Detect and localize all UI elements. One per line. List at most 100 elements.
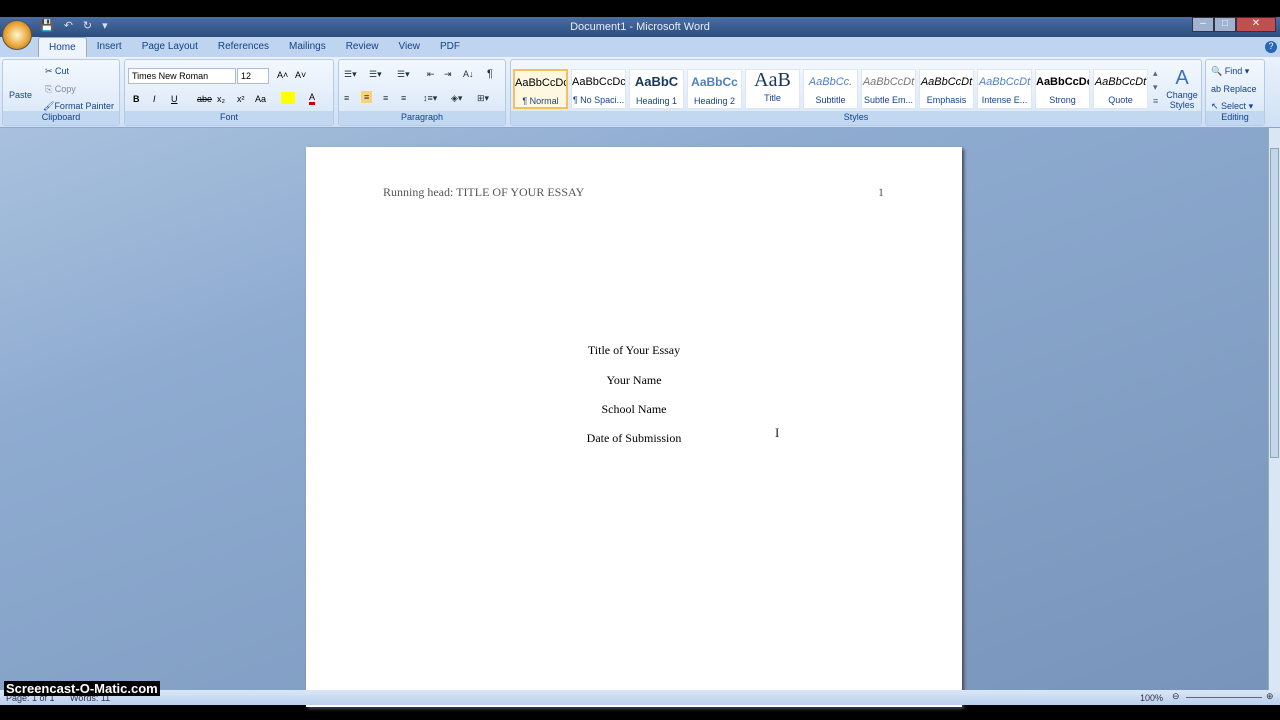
style-name: Heading 1 [635, 96, 678, 106]
tab-review[interactable]: Review [336, 37, 389, 57]
subscript-button[interactable]: x₂ [217, 94, 225, 104]
styles-group: AaBbCcDc ¶ Normal AaBbCcDc ¶ No Spaci... A… [510, 59, 1202, 126]
show-formatting-icon[interactable]: ¶ [487, 68, 493, 80]
style-strong[interactable]: AaBbCcDc Strong [1035, 69, 1090, 109]
style-emphasis[interactable]: AaBbCcDt Emphasis [919, 69, 974, 109]
style-sample: AaBbCcDc [572, 76, 625, 88]
style-heading-1[interactable]: AaBbC Heading 1 [629, 69, 684, 109]
zoom-in-icon[interactable]: ⊕ [1266, 691, 1274, 702]
document-page[interactable]: Running head: TITLE OF YOUR ESSAY 1 Titl… [306, 147, 962, 707]
style-heading-2[interactable]: AaBbCc Heading 2 [687, 69, 742, 109]
justify-icon[interactable]: ≡ [401, 93, 406, 103]
decrease-indent-icon[interactable]: ⇤ [427, 69, 435, 80]
find-button[interactable]: 🔍 Find ▾ [1211, 66, 1249, 77]
tab-mailings[interactable]: Mailings [279, 37, 336, 57]
clipboard-group: Paste ✂ Cut ⎘ Copy 🖌Format Painter Clipb… [2, 59, 120, 126]
text-cursor-icon: I [775, 425, 780, 440]
ribbon: Paste ✂ Cut ⎘ Copy 🖌Format Painter Clipb… [0, 57, 1280, 128]
window-title: Document1 - Microsoft Word [570, 21, 710, 33]
office-button[interactable] [2, 20, 32, 50]
style-sample: AaBbCcDc [515, 77, 566, 89]
grow-font-button[interactable]: A˄ [277, 70, 288, 80]
minimize-button[interactable]: – [1192, 17, 1214, 32]
tab-insert[interactable]: Insert [87, 37, 132, 57]
zoom-slider[interactable] [1186, 697, 1262, 698]
cut-button[interactable]: ✂ Cut [45, 66, 69, 77]
document-area: Running head: TITLE OF YOUR ESSAY 1 Titl… [0, 128, 1268, 707]
style-name: Title [764, 93, 781, 103]
paste-button[interactable]: Paste [9, 90, 32, 100]
title-bar: 💾 ↶ ↻ ▾ Document1 - Microsoft Word – □ ✕ [0, 17, 1280, 37]
bullets-icon[interactable]: ☰▾ [344, 69, 357, 80]
essay-title: Title of Your Essay [587, 343, 681, 357]
style-sample: AaBbCc [691, 75, 738, 89]
change-styles-label: Change Styles [1166, 90, 1198, 110]
align-left-icon[interactable]: ≡ [344, 93, 349, 103]
bold-button[interactable]: B [133, 94, 140, 104]
align-right-icon[interactable]: ≡ [383, 93, 388, 103]
change-styles-button[interactable]: A Change Styles [1163, 66, 1201, 110]
styles-label: Styles [511, 111, 1201, 125]
close-button[interactable]: ✕ [1236, 17, 1276, 32]
font-size-select[interactable]: 12 [237, 68, 269, 84]
vertical-scrollbar[interactable] [1268, 128, 1280, 690]
tab-pdf[interactable]: PDF [430, 37, 470, 57]
status-bar: Page: 1 of 1 Words: 11 100% ⊖ ⊕ [0, 690, 1280, 705]
editing-label: Editing [1206, 111, 1264, 125]
style-name: Heading 2 [693, 96, 736, 106]
shading-icon[interactable]: ◈▾ [451, 93, 462, 104]
sort-icon[interactable]: A↓ [463, 69, 474, 79]
style-name: Quote [1108, 95, 1133, 105]
strikethrough-button[interactable]: abe [197, 94, 212, 104]
style-normal[interactable]: AaBbCcDc ¶ Normal [513, 69, 568, 109]
style-sample: AaBbCcDt [1094, 76, 1147, 88]
style-sample: AaBbCc. [808, 76, 853, 88]
style-sample: AaBbCcDt [920, 76, 973, 88]
style-name: Strong [1049, 95, 1076, 105]
numbering-icon[interactable]: ☰▾ [369, 69, 382, 80]
tab-home[interactable]: Home [38, 37, 87, 57]
paragraph-group: ☰▾ ☰▾ ☰▾ ⇤ ⇥ A↓ ¶ ≡ ≡ ≡ ≡ ↕≡▾ ◈▾ ⊞▾ Para… [338, 59, 506, 126]
scrollbar-thumb[interactable] [1270, 148, 1279, 458]
clipboard-label: Clipboard [3, 111, 119, 125]
borders-icon[interactable]: ⊞▾ [477, 93, 489, 104]
increase-indent-icon[interactable]: ⇥ [444, 69, 452, 80]
style-intense-emphasis[interactable]: AaBbCcDt Intense E... [977, 69, 1032, 109]
copy-label: Copy [54, 84, 76, 94]
zoom-level[interactable]: 100% [1140, 693, 1163, 703]
ribbon-tabs: Home Insert Page Layout References Maili… [0, 37, 1280, 57]
submission-date: Date of Submission [586, 431, 682, 445]
copy-button[interactable]: ⎘ Copy [45, 84, 76, 95]
replace-button[interactable]: ab Replace [1211, 84, 1257, 94]
cut-label: Cut [55, 66, 70, 76]
style-sample: AaBbCcDc [1036, 76, 1089, 88]
font-name-select[interactable]: Times New Roman [128, 68, 236, 84]
tab-page-layout[interactable]: Page Layout [132, 37, 208, 57]
tab-references[interactable]: References [208, 37, 279, 57]
font-color-icon[interactable]: A [309, 92, 316, 105]
style-subtitle[interactable]: AaBbCc. Subtitle [803, 69, 858, 109]
style-title[interactable]: AaB Title [745, 69, 800, 109]
highlight-icon[interactable] [281, 92, 295, 104]
zoom-out-icon[interactable]: ⊖ [1172, 691, 1180, 702]
maximize-button[interactable]: □ [1214, 17, 1236, 32]
help-icon[interactable]: ? [1265, 41, 1277, 53]
style-quote[interactable]: AaBbCcDt Quote [1093, 69, 1148, 109]
shrink-font-button[interactable]: A˅ [295, 70, 306, 80]
style-sample: AaBbCcDt [978, 76, 1031, 88]
style-subtle-emphasis[interactable]: AaBbCcDt Subtle Em... [861, 69, 916, 109]
style-name: ¶ Normal [522, 96, 559, 106]
tab-view[interactable]: View [389, 37, 431, 57]
align-center-icon[interactable]: ≡ [361, 91, 373, 103]
multilevel-list-icon[interactable]: ☰▾ [397, 69, 410, 80]
styles-scroll-icon[interactable]: ▴ ▾ ≡ [1153, 66, 1158, 108]
line-spacing-icon[interactable]: ↕≡▾ [423, 93, 437, 104]
italic-button[interactable]: I [153, 94, 156, 104]
running-head: Running head: TITLE OF YOUR ESSAY [383, 185, 585, 199]
style-no-spacing[interactable]: AaBbCcDc ¶ No Spaci... [571, 69, 626, 109]
superscript-button[interactable]: x² [237, 94, 245, 104]
change-case-button[interactable]: Aa [255, 94, 266, 104]
editing-group: 🔍 Find ▾ ab Replace ↖ Select ▾ Editing [1205, 59, 1265, 126]
style-name: Subtle Em... [863, 95, 914, 105]
underline-button[interactable]: U [171, 94, 178, 104]
